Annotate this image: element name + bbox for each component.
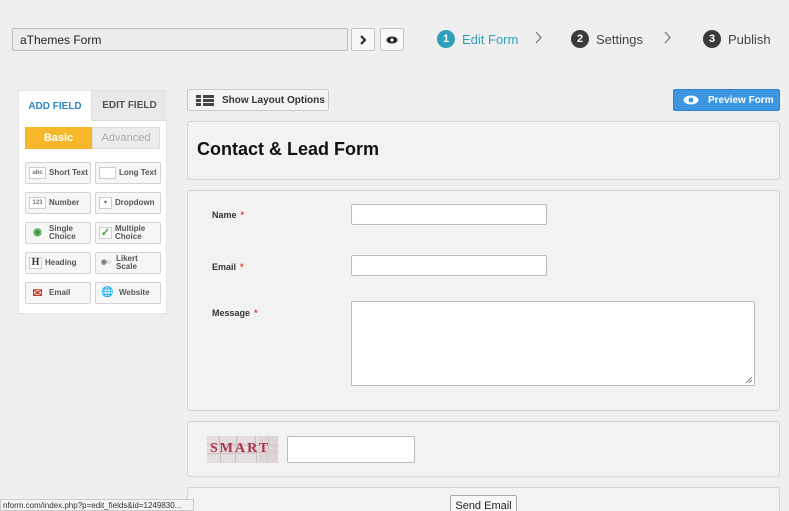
number-icon: 123 [29,197,46,209]
field-label: Single Choice [49,224,76,241]
step-number: 2 [571,30,589,48]
resize-handle-icon[interactable] [745,376,753,384]
step-settings[interactable]: 2 Settings [571,30,643,48]
step-publish[interactable]: 3 Publish [703,30,771,48]
status-bar-url: nform.com/index.php?p=edit_fields&id=124… [0,499,194,511]
add-email-button[interactable]: ✉ Email [25,282,91,304]
subtab-basic[interactable]: Basic [25,127,92,149]
captcha-input[interactable] [287,436,415,463]
add-likert-scale-button[interactable]: ◉○ Likert Scale [95,252,161,274]
required-marker: * [254,308,258,318]
chevron-right-icon [535,31,542,44]
checkbox-icon: ✓ [99,227,112,239]
step-label: Publish [728,31,771,47]
preview-label: Preview Form [708,94,774,106]
likert-icon: ◉○ [100,259,112,266]
field-panel: ADD FIELD EDIT FIELD Basic Advanced abc … [18,90,167,314]
add-long-text-button[interactable]: Long Text [95,162,161,184]
go-button[interactable] [351,28,375,51]
field-label: Multiple Choice [115,224,146,241]
add-short-text-button[interactable]: abc Short Text [25,162,91,184]
eye-icon [683,95,699,105]
tab-edit-field[interactable]: EDIT FIELD [91,91,167,121]
email-input[interactable] [351,255,547,276]
name-label: Name * [212,210,245,220]
form-title: Contact & Lead Form [197,139,380,159]
layout-label: Show Layout Options [222,94,325,106]
email-label: Email * [212,262,244,272]
field-label: Email [49,288,71,297]
long-text-icon [99,167,116,179]
eye-icon [386,36,398,43]
step-label: Edit Form [462,31,519,47]
send-email-button[interactable]: Send Email [450,495,517,511]
add-multiple-choice-button[interactable]: ✓ Multiple Choice [95,222,161,244]
step-number: 3 [703,30,721,48]
add-heading-button[interactable]: H Heading [25,252,91,274]
field-label: Heading [45,258,77,267]
subtab-advanced[interactable]: Advanced [92,127,160,149]
captcha-image: SMART [207,436,278,463]
envelope-icon: ✉ [32,286,43,300]
message-textarea[interactable] [351,301,755,386]
field-label: Long Text [119,168,157,177]
field-label: Website [119,288,150,297]
layout-icon [196,94,214,106]
add-website-button[interactable]: 🌐 Website [95,282,161,304]
short-text-icon: abc [29,167,46,179]
message-label: Message * [212,308,258,318]
captcha-text: SMART [210,441,271,456]
view-button[interactable] [380,28,404,51]
radio-icon: ◉ [33,227,42,238]
required-marker: * [240,262,244,272]
field-label: Dropdown [115,198,155,207]
field-label: Number [49,198,80,207]
show-layout-options-button[interactable]: Show Layout Options [187,89,329,111]
step-label: Settings [596,31,643,47]
name-input[interactable] [351,204,547,225]
globe-icon: 🌐 [101,287,114,298]
add-single-choice-button[interactable]: ◉ Single Choice [25,222,91,244]
add-dropdown-button[interactable]: ▾ Dropdown [95,192,161,214]
add-number-button[interactable]: 123 Number [25,192,91,214]
field-label: Likert Scale [116,254,138,271]
field-label: Short Text [49,168,88,177]
heading-icon: H [29,257,42,269]
form-name-input[interactable]: aThemes Form [12,28,348,51]
required-marker: * [240,210,245,220]
step-number: 1 [437,30,455,48]
chevron-right-icon [664,31,671,44]
tab-add-field[interactable]: ADD FIELD [19,91,91,121]
step-edit-form[interactable]: 1 Edit Form [437,30,518,48]
preview-form-button[interactable]: Preview Form [673,89,780,111]
chevron-right-icon [360,34,367,45]
dropdown-icon: ▾ [99,197,112,209]
